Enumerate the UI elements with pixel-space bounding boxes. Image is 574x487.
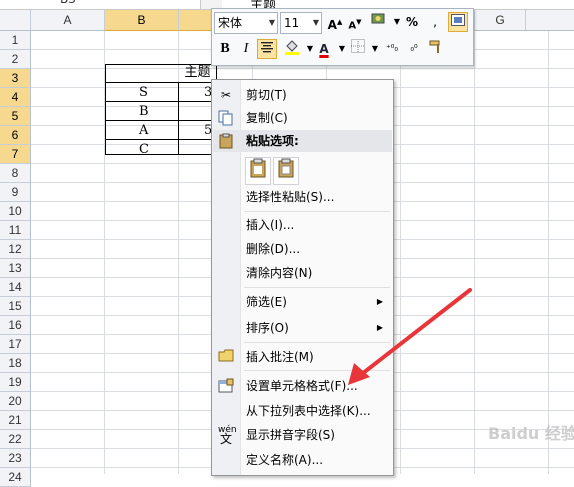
select-all-corner[interactable]: [0, 10, 31, 30]
menu-separator: [244, 211, 390, 212]
percent-style-button[interactable]: %: [402, 12, 422, 32]
row-header-7[interactable]: 7: [0, 145, 31, 164]
align-center-icon[interactable]: [257, 39, 277, 59]
row-header-14[interactable]: 14: [0, 278, 31, 297]
font-size-value: 11: [284, 16, 300, 30]
context-menu: ✂ 剪切(T) 复制(C) 粘贴选项: 选择性粘贴(S)... 插入(I)...…: [211, 79, 394, 476]
watermark: Baidu 经验: [488, 424, 574, 443]
row-header-16[interactable]: 16: [0, 316, 31, 335]
table-line: [105, 82, 217, 83]
italic-button[interactable]: I: [236, 39, 256, 59]
font-size-combo[interactable]: 11 ▼: [280, 12, 322, 34]
paste-options-label: 粘贴选项:: [246, 134, 299, 148]
paste-values-icon[interactable]: [273, 157, 299, 185]
menu-item-copy[interactable]: 复制(C): [246, 107, 288, 129]
row-header-17[interactable]: 17: [0, 335, 31, 354]
row-header-23[interactable]: 23: [0, 449, 31, 468]
row-header-22[interactable]: 22: [0, 430, 31, 449]
copy-icon: [218, 110, 234, 126]
row-header-5[interactable]: 5: [0, 107, 31, 126]
row-header-6[interactable]: 6: [0, 126, 31, 145]
scissors-icon: ✂: [220, 88, 232, 102]
row-header-20[interactable]: 20: [0, 392, 31, 411]
row-header-11[interactable]: 11: [0, 221, 31, 240]
mini-toolbar: 宋体 ▼ 11 ▼ A▲ A▼ ▼ % , B I ▼ A ▼ ▼ ⁺⁰₀ ₀⁰: [211, 8, 474, 66]
menu-item-show-phonetic[interactable]: 显示拼音字段(S): [246, 424, 335, 446]
name-box[interactable]: B3: [0, 0, 201, 9]
column-header-a[interactable]: A: [31, 10, 105, 30]
table-line: [105, 139, 217, 140]
cell-b6[interactable]: A: [139, 122, 148, 140]
cell-b4[interactable]: S: [139, 84, 148, 102]
menu-item-delete[interactable]: 删除(D)...: [246, 238, 300, 260]
column-header-g[interactable]: G: [475, 10, 526, 30]
increase-decimal-icon[interactable]: ⁺⁰₀: [382, 39, 402, 59]
shrink-font-icon[interactable]: A▼: [345, 12, 365, 32]
cell-b7[interactable]: C: [139, 141, 149, 159]
row-header-10[interactable]: 10: [0, 202, 31, 221]
column-header-b[interactable]: B: [105, 10, 179, 31]
comma-style-icon[interactable]: ,: [425, 12, 445, 32]
paste-button-icon[interactable]: [245, 157, 271, 185]
chevron-down-icon: ▼: [312, 18, 319, 27]
row-header-9[interactable]: 9: [0, 183, 31, 202]
format-painter-icon[interactable]: [426, 39, 446, 59]
clipboard-icon: [218, 133, 234, 149]
name-box-value: B3: [60, 0, 76, 6]
row-header-21[interactable]: 21: [0, 411, 31, 430]
chevron-down-icon: ▼: [268, 18, 275, 27]
row-header-12[interactable]: 12: [0, 240, 31, 259]
row-header-13[interactable]: 13: [0, 259, 31, 278]
font-name-value: 宋体: [218, 16, 243, 30]
row-header-4[interactable]: 4: [0, 88, 31, 107]
bold-button[interactable]: B: [215, 39, 235, 59]
row-header-18[interactable]: 18: [0, 354, 31, 373]
phonetic-icon: wén 文: [218, 425, 237, 446]
row-header-1[interactable]: 1: [0, 31, 31, 50]
menu-item-sort[interactable]: 排序(O): [246, 317, 289, 339]
paste-options-header: [213, 130, 392, 152]
font-color-label: A: [319, 42, 329, 56]
comment-icon: [218, 349, 234, 365]
row-header-8[interactable]: 8: [0, 164, 31, 183]
menu-item-clear[interactable]: 清除内容(N): [246, 262, 312, 284]
column-header-h[interactable]: [526, 10, 574, 30]
format-cells-icon: [218, 378, 234, 394]
menu-item-insert[interactable]: 插入(I)...: [246, 214, 294, 236]
row-header-2[interactable]: 2: [0, 50, 31, 69]
menu-item-cut[interactable]: 剪切(T): [246, 84, 287, 106]
fill-color-icon[interactable]: [282, 39, 302, 59]
table-line: [105, 120, 217, 121]
decrease-decimal-icon[interactable]: ₀⁰: [404, 39, 424, 59]
row-header-19[interactable]: 19: [0, 373, 31, 392]
table-line: [105, 101, 217, 102]
font-color-icon[interactable]: A: [314, 39, 334, 59]
menu-item-filter[interactable]: 筛选(E): [246, 291, 287, 313]
grow-font-icon[interactable]: A▲: [325, 12, 345, 32]
row-header-15[interactable]: 15: [0, 297, 31, 316]
menu-item-define-name[interactable]: 定义名称(A)...: [246, 449, 323, 471]
menu-item-pick-from-list[interactable]: 从下拉列表中选择(K)...: [246, 400, 371, 422]
cell-b5[interactable]: B: [139, 103, 149, 121]
font-name-combo[interactable]: 宋体 ▼: [214, 12, 278, 34]
merge-center-icon[interactable]: [448, 12, 468, 32]
number-format-icon[interactable]: [369, 12, 389, 32]
table-line: [178, 83, 179, 154]
menu-item-paste-special[interactable]: 选择性粘贴(S)...: [246, 186, 334, 208]
row-header-3[interactable]: 3: [0, 69, 31, 88]
annotation-arrow-icon: [348, 288, 472, 385]
row-header-24[interactable]: 24: [0, 468, 31, 487]
menu-item-insert-comment[interactable]: 插入批注(M): [246, 346, 314, 368]
